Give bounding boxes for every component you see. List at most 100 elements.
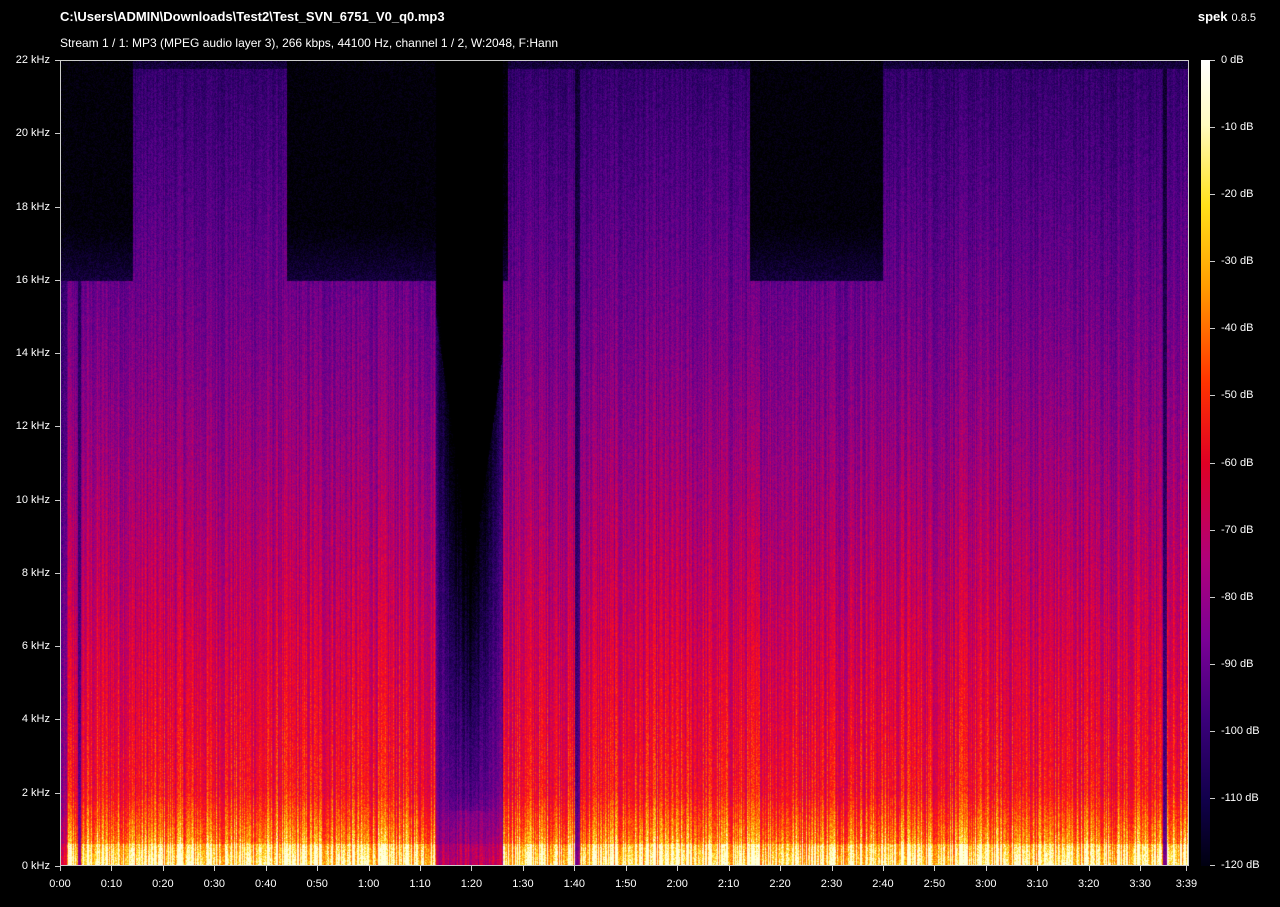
time-tick bbox=[934, 866, 936, 871]
frequency-tick-label: 8 kHz bbox=[21, 566, 50, 579]
db-tick-label: -20 dB bbox=[1221, 188, 1254, 201]
frequency-tick bbox=[55, 792, 60, 794]
time-tick-label: 1:40 bbox=[563, 878, 586, 890]
time-tick-label: 0:40 bbox=[255, 878, 277, 890]
frequency-tick-label: 14 kHz bbox=[15, 347, 50, 360]
db-tick bbox=[1210, 529, 1215, 531]
time-tick bbox=[831, 866, 833, 871]
frequency-tick-label: 2 kHz bbox=[21, 786, 50, 799]
time-tick bbox=[1186, 866, 1188, 871]
db-tick bbox=[1210, 194, 1215, 196]
time-tick bbox=[574, 866, 576, 871]
file-path-title: C:\Users\ADMIN\Downloads\Test2\Test_SVN_… bbox=[60, 9, 445, 24]
time-tick-label: 1:20 bbox=[460, 878, 483, 890]
time-tick-label: 0:50 bbox=[306, 878, 328, 890]
time-tick bbox=[368, 866, 370, 871]
app-name-label: spek 0.8.5 bbox=[1198, 9, 1256, 24]
frequency-tick-label: 4 kHz bbox=[21, 713, 50, 726]
db-tick-label: -100 dB bbox=[1221, 724, 1260, 737]
frequency-tick-label: 16 kHz bbox=[15, 273, 50, 286]
db-tick bbox=[1210, 60, 1215, 61]
time-tick-label: 1:30 bbox=[512, 878, 534, 890]
time-tick bbox=[522, 866, 524, 871]
db-tick bbox=[1210, 730, 1215, 732]
time-tick bbox=[111, 866, 113, 871]
db-tick bbox=[1210, 261, 1215, 263]
frequency-tick bbox=[55, 719, 60, 721]
time-tick bbox=[677, 866, 679, 871]
frequency-tick-label: 12 kHz bbox=[15, 420, 50, 433]
time-tick bbox=[985, 866, 987, 871]
db-tick-label: -10 dB bbox=[1221, 121, 1254, 134]
time-tick bbox=[625, 866, 627, 871]
time-tick bbox=[60, 866, 61, 871]
time-tick-label: 2:20 bbox=[769, 878, 791, 890]
db-tick-label: -70 dB bbox=[1221, 523, 1254, 536]
app-name: spek bbox=[1197, 9, 1228, 24]
frequency-tick bbox=[55, 426, 60, 428]
time-tick bbox=[265, 866, 267, 871]
app-version: 0.8.5 bbox=[1231, 12, 1256, 24]
time-tick bbox=[162, 866, 164, 871]
time-tick-label: 0:10 bbox=[100, 878, 123, 890]
db-tick-label: -30 dB bbox=[1221, 255, 1254, 268]
time-tick-label: 2:00 bbox=[666, 878, 688, 890]
time-tick-label: 3:39 bbox=[1175, 878, 1198, 890]
db-tick bbox=[1210, 797, 1215, 799]
db-tick bbox=[1210, 395, 1215, 397]
frequency-tick bbox=[55, 206, 60, 208]
frequency-tick bbox=[55, 133, 60, 135]
db-tick bbox=[1210, 328, 1215, 330]
time-tick bbox=[1037, 866, 1039, 871]
stream-info: Stream 1 / 1: MP3 (MPEG audio layer 3), … bbox=[60, 36, 559, 50]
frequency-tick bbox=[55, 60, 60, 61]
frequency-tick bbox=[55, 646, 60, 648]
time-tick bbox=[728, 866, 730, 871]
time-tick-label: 3:10 bbox=[1026, 878, 1048, 890]
spectrogram-plot[interactable] bbox=[60, 60, 1189, 866]
time-tick-label: 2:10 bbox=[717, 878, 740, 890]
db-tick-label: 0 dB bbox=[1221, 54, 1244, 66]
time-tick bbox=[1088, 866, 1090, 871]
time-tick-label: 2:40 bbox=[872, 878, 894, 890]
time-tick bbox=[882, 866, 884, 871]
db-tick-label: -50 dB bbox=[1221, 389, 1254, 402]
db-tick bbox=[1210, 663, 1215, 665]
db-tick-label: -110 dB bbox=[1221, 791, 1259, 804]
time-tick-label: 3:30 bbox=[1129, 878, 1151, 890]
time-tick-label: 3:20 bbox=[1077, 878, 1100, 890]
db-tick bbox=[1210, 127, 1215, 129]
frequency-tick-label: 0 kHz bbox=[21, 860, 50, 872]
time-tick-label: 3:00 bbox=[975, 878, 997, 890]
time-tick bbox=[471, 866, 473, 871]
spectrogram-canvas[interactable] bbox=[61, 61, 1188, 865]
frequency-tick-label: 20 kHz bbox=[15, 127, 50, 140]
time-tick bbox=[214, 866, 216, 871]
frequency-tick-label: 18 kHz bbox=[15, 200, 50, 213]
color-scale-bar bbox=[1201, 60, 1210, 866]
time-tick-label: 0:20 bbox=[152, 878, 174, 890]
frequency-tick-label: 10 kHz bbox=[15, 493, 50, 506]
frequency-tick-label: 22 kHz bbox=[15, 54, 50, 66]
frequency-tick bbox=[55, 279, 60, 281]
db-tick bbox=[1210, 596, 1215, 598]
db-tick-label: -40 dB bbox=[1221, 322, 1254, 335]
time-tick bbox=[780, 866, 782, 871]
frequency-tick bbox=[55, 353, 60, 355]
db-tick bbox=[1210, 865, 1215, 866]
db-tick-label: -90 dB bbox=[1221, 657, 1254, 670]
time-tick-label: 0:30 bbox=[203, 878, 226, 890]
time-tick bbox=[420, 866, 422, 871]
time-tick-label: 1:00 bbox=[357, 878, 380, 890]
frequency-tick bbox=[55, 499, 60, 501]
db-tick-label: -80 dB bbox=[1221, 590, 1254, 603]
frequency-tick-label: 6 kHz bbox=[21, 640, 50, 653]
db-tick-label: -120 dB bbox=[1221, 859, 1260, 871]
time-tick-label: 0:00 bbox=[49, 878, 71, 890]
time-tick-label: 2:30 bbox=[820, 878, 843, 890]
db-tick-label: -60 dB bbox=[1221, 456, 1254, 469]
time-tick-label: 1:50 bbox=[615, 878, 637, 890]
time-tick-label: 1:10 bbox=[409, 878, 431, 890]
time-tick bbox=[1140, 866, 1142, 871]
db-tick bbox=[1210, 462, 1215, 464]
